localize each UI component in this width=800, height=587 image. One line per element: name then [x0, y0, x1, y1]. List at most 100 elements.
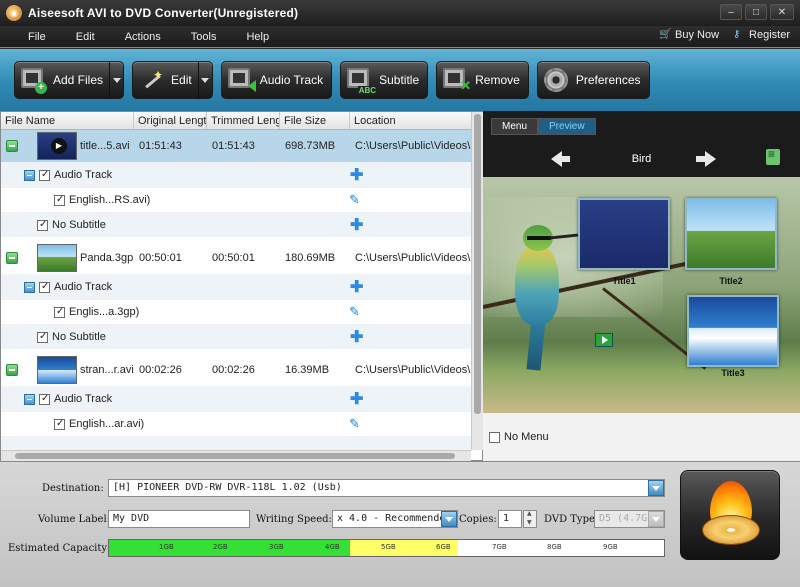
edit-pencil-icon[interactable]: ✎ [349, 304, 360, 320]
audio-track-checkbox[interactable] [39, 281, 50, 293]
menu-help[interactable]: Help [231, 31, 284, 43]
menu-file[interactable]: File [0, 31, 61, 43]
collapse-icon[interactable] [24, 393, 35, 405]
original-length: 00:02:26 [139, 364, 182, 376]
audio-item-checkbox[interactable] [54, 418, 65, 430]
add-audio-plus-icon[interactable]: ✚ [350, 389, 363, 409]
writing-speed-label: Writing Speed: [256, 514, 332, 525]
writing-speed-select[interactable]: x 4.0 - Recommended [332, 510, 458, 528]
column-location[interactable]: Location [350, 112, 471, 129]
vertical-scrollbar[interactable] [471, 112, 483, 450]
buy-now-link[interactable]: 🛒 Buy Now [659, 29, 719, 41]
edit-menu-icon[interactable] [766, 147, 780, 165]
column-file-name[interactable]: File Name [1, 112, 134, 129]
collapse-icon[interactable] [24, 281, 35, 293]
table-row[interactable]: title...5.avi 01:51:43 01:51:43 698.73MB… [1, 130, 471, 162]
capacity-tick: 4GB [325, 543, 340, 551]
collapse-icon[interactable] [6, 364, 18, 376]
destination-dropdown-icon[interactable] [648, 480, 664, 496]
column-trimmed-length[interactable]: Trimmed Leng [207, 112, 280, 129]
capacity-tick: 7GB [492, 543, 507, 551]
burn-disc-flame-icon [700, 481, 762, 551]
title-thumbnail[interactable] [685, 198, 777, 270]
column-file-size[interactable]: File Size [280, 112, 350, 129]
horizontal-scrollbar[interactable] [1, 450, 471, 461]
edit-button[interactable]: Edit [132, 61, 213, 99]
no-menu-checkbox[interactable] [489, 431, 500, 443]
writing-speed-dropdown-icon[interactable] [441, 511, 457, 527]
copies-stepper[interactable] [523, 510, 537, 528]
play-icon[interactable] [595, 333, 613, 347]
minimize-button[interactable]: – [720, 4, 742, 20]
bird-image [505, 225, 580, 371]
tab-menu[interactable]: Menu [491, 118, 539, 135]
audio-track-checkbox[interactable] [39, 393, 50, 405]
title-thumbnail[interactable] [578, 198, 670, 270]
destination-select[interactable]: [H] PIONEER DVD-RW DVR-118L 1.02 (Usb) [108, 479, 665, 497]
capacity-tick: 9GB [603, 543, 618, 551]
table-row[interactable]: stran...r.avi 00:02:26 00:02:26 16.39MB … [1, 354, 471, 386]
volume-label-input[interactable]: My DVD [108, 510, 250, 528]
preferences-button[interactable]: Preferences [536, 61, 650, 99]
menu-edit[interactable]: Edit [61, 31, 110, 43]
column-original-length[interactable]: Original Lengt [134, 112, 207, 129]
tab-preview[interactable]: Preview [538, 118, 596, 135]
audio-track-button[interactable]: Audio Track [220, 61, 333, 99]
collapse-icon[interactable] [24, 169, 35, 181]
add-audio-plus-icon[interactable]: ✚ [350, 165, 363, 185]
audio-track-item: English...RS.avi) [69, 194, 151, 206]
add-subtitle-plus-icon[interactable]: ✚ [350, 327, 363, 347]
audio-item-checkbox[interactable] [54, 306, 65, 318]
copies-input[interactable]: 1 [498, 510, 522, 528]
audio-track-checkbox[interactable] [39, 169, 50, 181]
add-files-dropdown-icon[interactable] [109, 61, 123, 99]
burn-button[interactable] [680, 470, 780, 560]
register-link[interactable]: ⚷ Register [733, 29, 790, 41]
audio-track-label: Audio Track [54, 393, 113, 405]
add-audio-plus-icon[interactable]: ✚ [350, 277, 363, 297]
edit-pencil-icon[interactable]: ✎ [349, 192, 360, 208]
scrollbar-thumb[interactable] [15, 453, 455, 459]
remove-button[interactable]: ✕ Remove [436, 61, 529, 99]
subtitle-button[interactable]: ABC Subtitle [340, 61, 429, 99]
close-button[interactable]: ✕ [770, 4, 794, 20]
menu-bar: File Edit Actions Tools Help 🛒 Buy Now ⚷… [0, 26, 800, 48]
file-list-header: File Name Original Lengt Trimmed Leng Fi… [1, 112, 471, 130]
file-size: 698.73MB [285, 140, 336, 152]
subtitle-film-icon: ABC [347, 68, 378, 95]
collapse-icon[interactable] [6, 140, 18, 152]
scrollbar-thumb[interactable] [474, 114, 481, 414]
previous-template-arrow-icon[interactable] [551, 151, 570, 167]
add-files-button[interactable]: + Add Files [14, 61, 125, 99]
title-thumbnail[interactable] [687, 295, 779, 367]
video-thumbnail [37, 132, 77, 160]
audio-track-label: Audio Track [54, 169, 113, 181]
no-menu-label: No Menu [504, 431, 549, 443]
no-menu-option[interactable]: No Menu [483, 413, 800, 461]
menu-preview-canvas: Title1 Title2 Title3 [483, 177, 800, 413]
menu-tools[interactable]: Tools [176, 31, 232, 43]
dvd-type-dropdown-icon[interactable] [648, 511, 664, 527]
table-row[interactable]: Panda.3gp 00:50:01 00:50:01 180.69MB C:\… [1, 242, 471, 274]
volume-label-label: Volume Label: [38, 514, 111, 525]
menu-tabs: Menu Preview [491, 118, 596, 135]
file-name: stran...r.avi [80, 364, 134, 376]
list-item [1, 436, 471, 450]
audio-item-checkbox[interactable] [54, 194, 65, 206]
edit-dropdown-icon[interactable] [197, 61, 212, 99]
maximize-button[interactable]: □ [745, 4, 767, 20]
add-subtitle-plus-icon[interactable]: ✚ [350, 215, 363, 235]
remove-film-icon: ✕ [443, 68, 471, 93]
app-logo-icon: ◉ [6, 5, 22, 21]
subtitle-checkbox[interactable] [37, 219, 48, 231]
list-item: Audio Track ✚ [1, 274, 471, 299]
edit-pencil-icon[interactable]: ✎ [349, 416, 360, 432]
next-template-arrow-icon[interactable] [696, 151, 716, 167]
audio-track-item: English...ar.avi) [69, 418, 145, 430]
subtitle-checkbox[interactable] [37, 331, 48, 343]
list-item: No Subtitle ✚ [1, 212, 471, 237]
menu-preview-panel: Menu Preview Bird Title1 Title2 Title3 N… [483, 111, 800, 461]
capacity-tick: 3GB [269, 543, 284, 551]
collapse-icon[interactable] [6, 252, 18, 264]
menu-actions[interactable]: Actions [110, 31, 176, 43]
